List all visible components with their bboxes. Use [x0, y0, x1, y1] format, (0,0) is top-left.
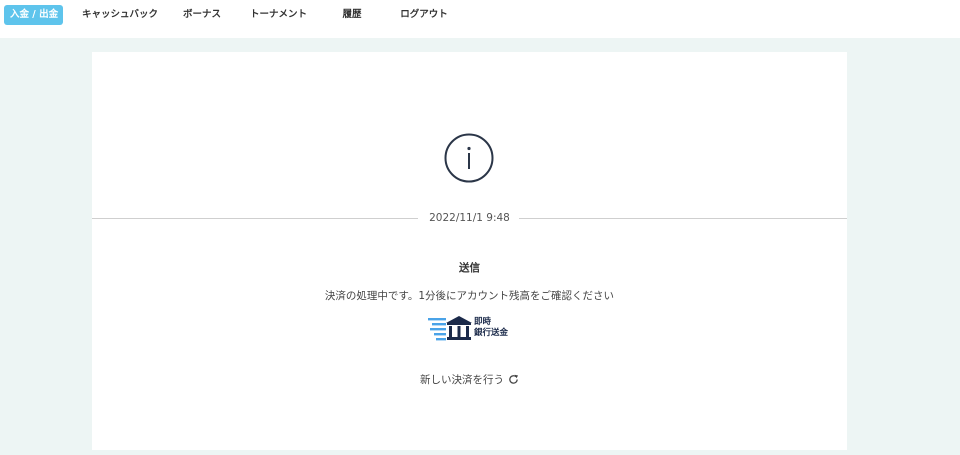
nav-tournament[interactable]: トーナメント — [250, 5, 307, 25]
instant-bank-transfer-logo: 即時 銀行送金 — [428, 316, 518, 342]
new-payment-label: 新しい決済を行う — [420, 374, 504, 386]
status-timestamp: 2022/11/1 9:48 — [429, 212, 510, 224]
top-navigation: 入金 / 出金 キャッシュバック ボーナス トーナメント 履歴 ログアウト — [0, 0, 960, 38]
status-message: 決済の処理中です。1分後にアカウント残高をご確認ください — [324, 290, 615, 302]
nav-history[interactable]: 履歴 — [341, 5, 363, 25]
nav-bonus[interactable]: ボーナス — [183, 5, 221, 25]
payment-status-card: 2022/11/1 9:48 送信 決済の処理中です。1分後にアカウント残高をご… — [92, 52, 847, 450]
new-payment-button[interactable]: 新しい決済を行う — [92, 372, 847, 387]
info-icon — [444, 133, 494, 183]
bank-logo-line1: 即時 — [474, 317, 492, 327]
nav-cashback[interactable]: キャッシュバック — [82, 5, 158, 25]
refresh-icon — [509, 374, 519, 384]
bank-logo-line2: 銀行送金 — [474, 328, 509, 338]
status-title: 送信 — [459, 262, 480, 274]
nav-deposit-withdraw[interactable]: 入金 / 出金 — [4, 5, 63, 25]
nav-logout[interactable]: ログアウト — [400, 5, 448, 25]
bank-icon — [428, 316, 472, 341]
